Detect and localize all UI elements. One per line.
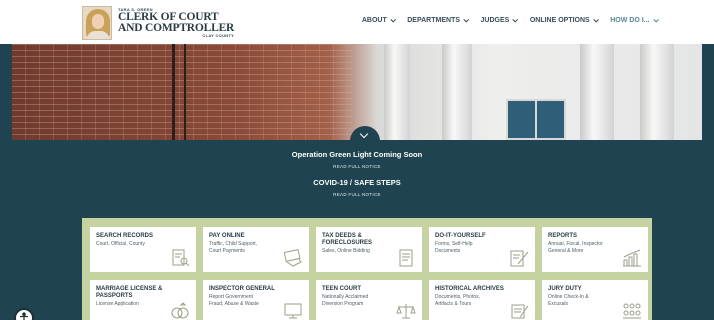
- card-pay-online[interactable]: PAY ONLINE Traffic, Child Support, Court…: [203, 227, 309, 272]
- quick-links-panel: SEARCH RECORDS Court, Official, County P…: [82, 218, 652, 320]
- read-full-notice-link[interactable]: READ FULL NOTICE: [0, 164, 714, 169]
- card-inspector-general[interactable]: INSPECTOR GENERAL Report Government Frau…: [203, 280, 309, 320]
- read-full-notice-link[interactable]: READ FULL NOTICE: [0, 192, 714, 197]
- monitor-icon: [284, 303, 302, 319]
- notice-title: COVID-19 / SAFE STEPS: [313, 178, 401, 187]
- scales-icon: [396, 304, 416, 319]
- main-nav: ABOUT DEPARTMENTS JUDGES ONLINE OPTIONS …: [361, 16, 659, 24]
- card-subtitle: Nationally Acclaimed: [322, 294, 369, 300]
- notice-title: Operation Green Light Coming Soon: [291, 150, 423, 159]
- card-reports[interactable]: REPORTS Annual, Fiscal, Inspector Genera…: [542, 227, 648, 272]
- accessibility-icon: [20, 312, 28, 320]
- nav-item-online-options[interactable]: ONLINE OPTIONS: [529, 16, 599, 24]
- jury-people-icon: [623, 303, 641, 319]
- accessibility-button[interactable]: [14, 308, 34, 320]
- card-title: DO-IT-YOURSELF: [435, 233, 486, 239]
- card-title: INSPECTOR GENERAL: [209, 286, 275, 292]
- card-title: TAX DEEDS &: [322, 233, 362, 239]
- hero-image: [12, 44, 702, 140]
- card-marriage-license[interactable]: MARRIAGE LICENSE & PASSPORTS License App…: [90, 280, 196, 320]
- nav-label: DEPARTMENTS: [407, 17, 461, 24]
- nav-item-how-do-i[interactable]: HOW DO I...: [610, 16, 659, 24]
- chevron-down-icon: [653, 16, 659, 22]
- rings-icon: [171, 302, 189, 319]
- hero-column: [580, 44, 614, 140]
- chevron-down-icon: [463, 16, 469, 22]
- card-subtitle: Annual, Fiscal, Inspector: [548, 241, 603, 247]
- card-title: REPORTS: [548, 233, 578, 239]
- hero-column: [442, 44, 472, 140]
- nav-item-judges[interactable]: JUDGES: [480, 16, 518, 24]
- nav-label: HOW DO I...: [610, 17, 650, 24]
- card-tax-deeds[interactable]: TAX DEEDS & FORECLOSURES Sales, Online B…: [316, 227, 422, 272]
- card-subtitle: Documents, Photos,: [435, 294, 481, 300]
- hero-pole: [172, 44, 175, 140]
- logo-text: TARA S. GREEN CLERK OF COURT AND COMPTRO…: [118, 8, 234, 38]
- payment-card-icon: [283, 249, 302, 267]
- card-jury-duty[interactable]: JURY DUTY Online Check-In & Excusals: [542, 280, 648, 320]
- card-subtitle: Online Check-In &: [548, 294, 589, 300]
- card-title: HISTORICAL ARCHIVES: [435, 286, 504, 292]
- document-search-icon: [172, 249, 190, 267]
- card-title: FORECLOSURES: [322, 240, 373, 246]
- card-title: JURY DUTY: [548, 286, 582, 292]
- chevron-down-icon: [593, 16, 599, 22]
- hero-column: [640, 44, 674, 140]
- brick-wall: [12, 44, 352, 140]
- card-teen-court[interactable]: TEEN COURT Nationally Acclaimed Diversio…: [316, 280, 422, 320]
- card-title: TEEN COURT: [322, 286, 361, 292]
- form-pencil-icon: [510, 250, 529, 267]
- card-subtitle: Traffic, Child Support,: [209, 241, 258, 247]
- notices: Operation Green Light Coming Soon READ F…: [0, 150, 714, 206]
- hero-pole: [184, 44, 186, 140]
- card-do-it-yourself[interactable]: DO-IT-YOURSELF Forms, Self-Help Document…: [429, 227, 535, 272]
- nav-item-about[interactable]: ABOUT: [361, 16, 396, 24]
- card-title: PASSPORTS: [96, 293, 133, 299]
- chevron-down-icon: [359, 129, 369, 139]
- logo-county: CLAY COUNTY: [202, 33, 235, 38]
- clerk-portrait: [82, 6, 112, 40]
- site-logo[interactable]: TARA S. GREEN CLERK OF COURT AND COMPTRO…: [82, 6, 234, 40]
- card-subtitle: Report Government: [209, 294, 253, 300]
- card-subtitle: Court, Official, County: [96, 241, 145, 247]
- card-title: SEARCH RECORDS: [96, 233, 154, 239]
- card-subtitle: Forms, Self-Help: [435, 241, 473, 247]
- hero-window: [506, 99, 566, 140]
- nav-label: JUDGES: [480, 17, 510, 24]
- card-historical-archives[interactable]: HISTORICAL ARCHIVES Documents, Photos, A…: [429, 280, 535, 320]
- nav-label: ABOUT: [361, 17, 387, 24]
- chevron-down-icon: [513, 16, 518, 22]
- card-title: PAY ONLINE: [209, 233, 245, 239]
- card-title: MARRIAGE LICENSE &: [96, 286, 163, 292]
- deed-document-icon: [399, 249, 413, 267]
- site-header: TARA S. GREEN CLERK OF COURT AND COMPTRO…: [0, 0, 714, 44]
- hero-column: [384, 44, 410, 140]
- archive-scroll-icon: [511, 304, 529, 319]
- nav-label: ONLINE OPTIONS: [529, 17, 590, 24]
- bar-chart-icon: [623, 249, 641, 267]
- nav-item-departments[interactable]: DEPARTMENTS: [407, 16, 469, 24]
- chevron-down-icon: [390, 16, 396, 22]
- card-search-records[interactable]: SEARCH RECORDS Court, Official, County: [90, 227, 196, 272]
